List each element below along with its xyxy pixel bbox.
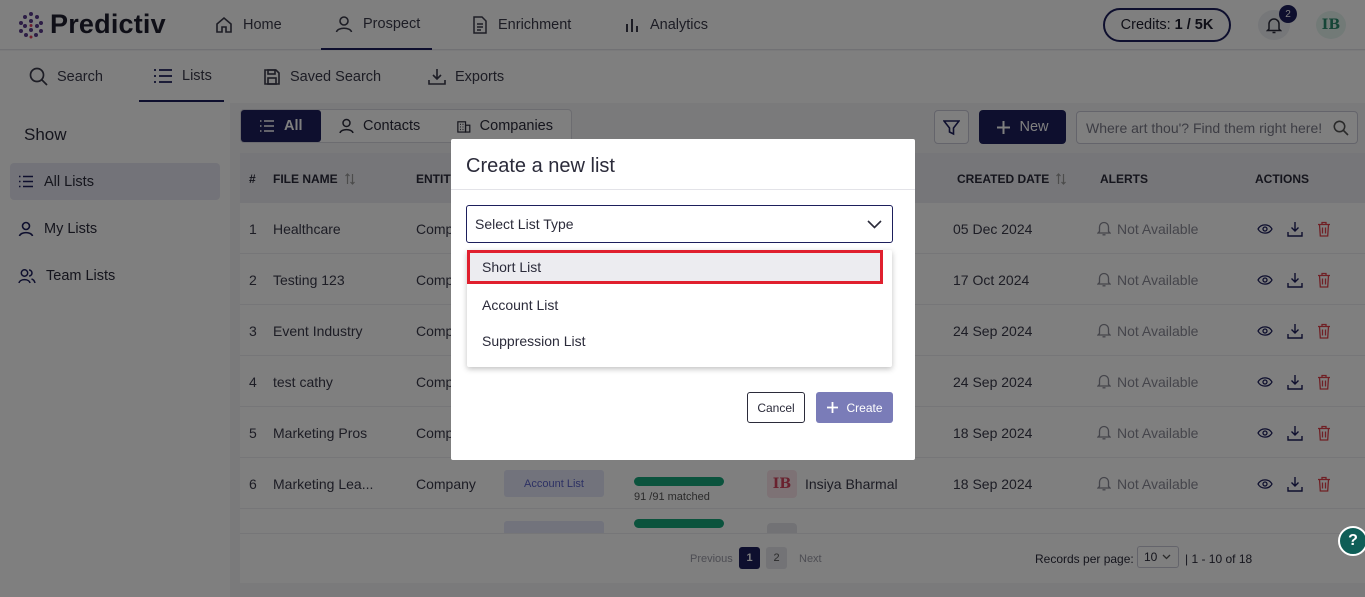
create-button-label: Create <box>846 400 883 415</box>
chevron-down-icon <box>867 219 882 229</box>
create-list-modal: Create a new list Select List Type Short… <box>451 139 915 460</box>
option-account-list[interactable]: Account List <box>467 288 892 322</box>
cancel-button[interactable]: Cancel <box>747 392 805 423</box>
create-button[interactable]: Create <box>816 392 893 423</box>
modal-divider <box>451 189 915 190</box>
help-button[interactable]: ? <box>1338 526 1365 556</box>
plus-icon <box>827 402 839 413</box>
list-type-select[interactable]: Select List Type <box>466 205 893 243</box>
list-type-select-value: Select List Type <box>475 216 574 232</box>
option-short-list[interactable]: Short List <box>467 250 883 284</box>
list-type-dropdown: Short List Account List Suppression List <box>467 250 892 367</box>
modal-title: Create a new list <box>466 155 615 177</box>
help-icon: ? <box>1348 532 1358 549</box>
option-suppression-list[interactable]: Suppression List <box>467 324 892 358</box>
